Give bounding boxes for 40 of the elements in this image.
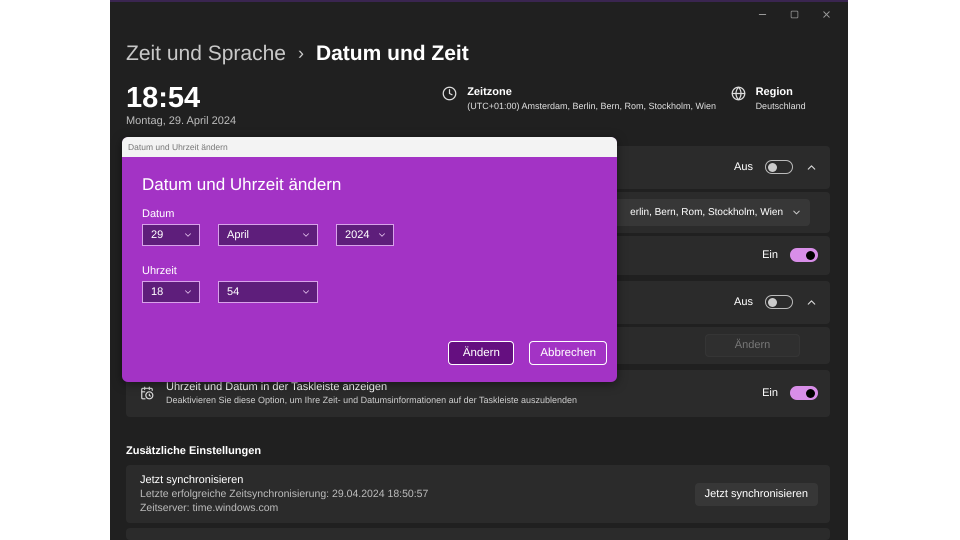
globe-icon (730, 86, 746, 102)
sync-title: Jetzt synchronisieren (140, 474, 244, 486)
field-label: Datum (142, 208, 176, 220)
info-value: Deutschland (756, 101, 806, 112)
info-title: Zeitzone (467, 86, 513, 98)
toggle-state-label: Aus (734, 296, 753, 308)
select-field[interactable]: 18 (142, 281, 200, 303)
select-field[interactable]: April (218, 224, 318, 246)
toggle-switch[interactable] (765, 160, 793, 174)
sync-info: Letzte erfolgreiche Zeitsynchronisierung: 29.04.2024 18:50:57 (140, 488, 428, 500)
page-title: Datum und Zeit (316, 42, 469, 66)
breadcrumb-link[interactable]: Zeit und Sprache (126, 42, 286, 66)
toggle-switch[interactable] (765, 295, 793, 310)
select-field[interactable]: 54 (218, 281, 318, 303)
close-icon[interactable] (821, 9, 832, 20)
toggle-switch[interactable] (790, 386, 818, 400)
sync-info: Zeitserver: time.windows.com (140, 502, 280, 514)
toggle-switch[interactable] (790, 248, 818, 262)
info-title: Region (756, 86, 794, 98)
setting-description: Deaktivieren Sie diese Option, um Ihre Zeit- und Datumsinformationen auf der Taskleiste auszublenden (166, 395, 578, 406)
setting-title: Uhrzeit und Datum in der Taskleiste anzeigen (166, 381, 388, 394)
toggle-state-label: Aus (734, 161, 753, 174)
dialog-window-title: Datum und Uhrzeit ändern (128, 142, 228, 152)
toggle-state-label: Ein (762, 249, 778, 262)
current-date: Montag, 29. April 2024 (126, 115, 238, 128)
maximize-icon[interactable] (790, 10, 799, 20)
section-heading: Zusätzliche Einstellungen (126, 444, 262, 457)
info-value: (UTC+01:00) Amsterdam, Berlin, Bern, Rom, Stockholm, Wien (467, 101, 716, 112)
field-label: Uhrzeit (142, 265, 178, 277)
select-field[interactable]: 29 (142, 224, 200, 246)
current-time: 18:54 (126, 82, 202, 116)
toggle-state-label: Ein (762, 387, 778, 400)
cancel-button[interactable]: Abbrechen (529, 341, 607, 365)
confirm-button[interactable]: Ändern (448, 341, 514, 365)
select-field[interactable]: 2024 (336, 224, 394, 246)
clock-icon (442, 86, 458, 102)
calendar-clock-icon (140, 386, 154, 400)
dialog-heading: Datum und Uhrzeit ändern (142, 175, 342, 195)
breadcrumb-separator: › (298, 43, 304, 64)
sync-button[interactable]: Jetzt synchronisieren (694, 482, 818, 506)
